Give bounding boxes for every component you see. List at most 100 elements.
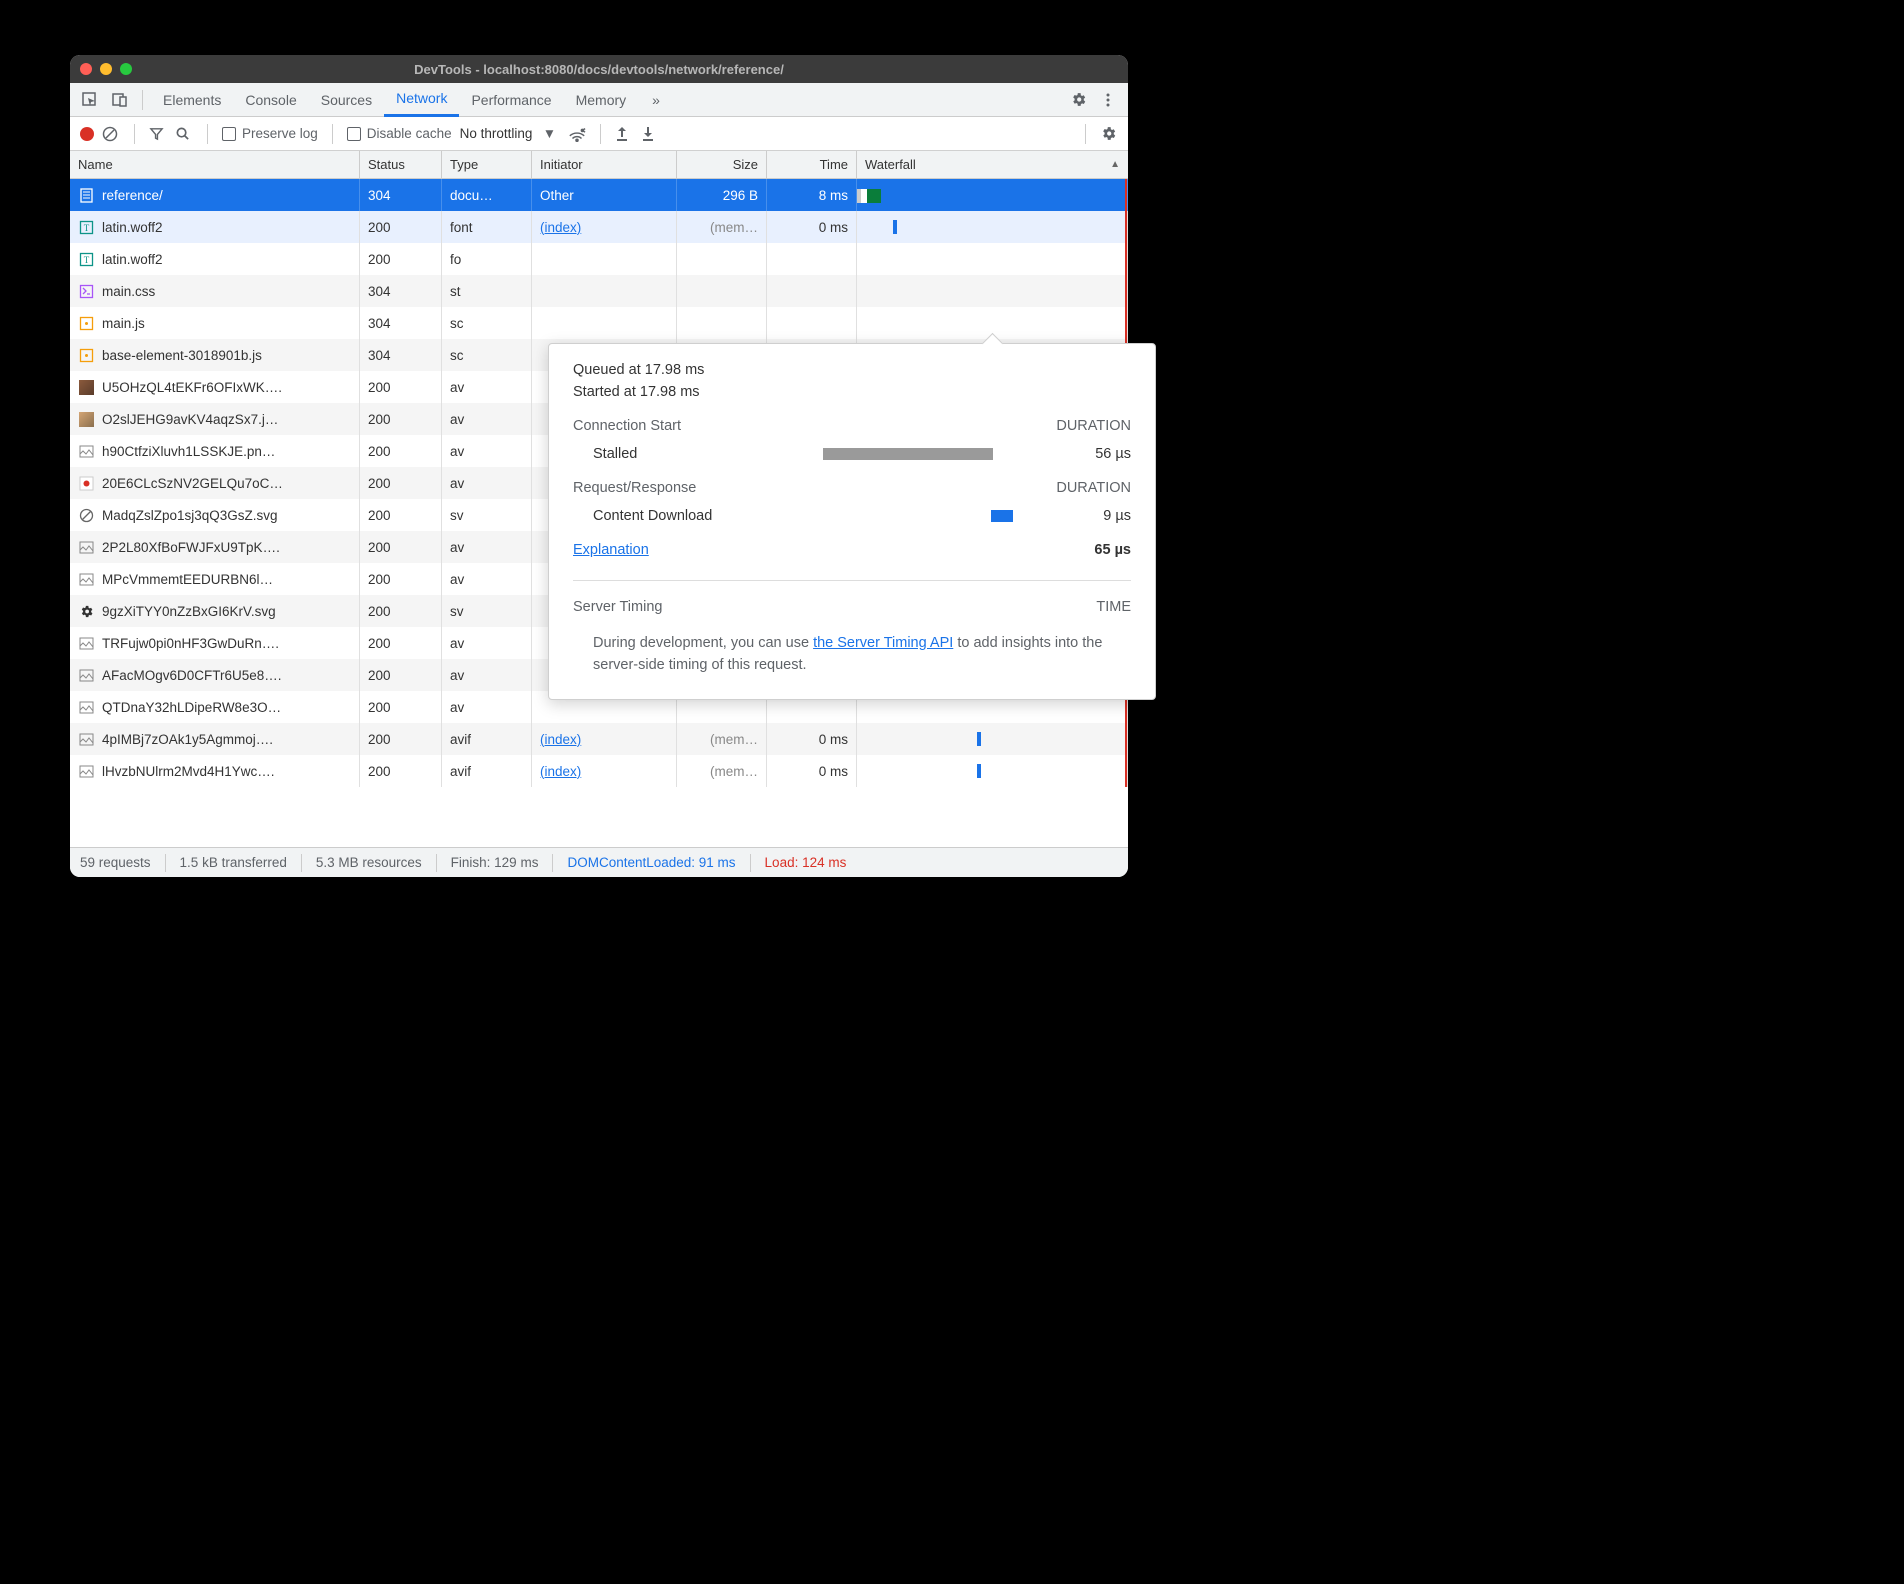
- zoom-window-button[interactable]: [120, 63, 132, 75]
- request-row[interactable]: Tlatin.woff2200font(index)(mem…0 ms: [70, 211, 1128, 243]
- checkbox-icon: [222, 127, 236, 141]
- device-toggle-icon[interactable]: [106, 86, 134, 114]
- server-timing-api-link[interactable]: the Server Timing API: [813, 635, 953, 651]
- request-name: main.js: [102, 316, 145, 331]
- mime-type: av: [450, 700, 464, 715]
- status-code: 200: [368, 476, 391, 491]
- divider: [165, 854, 166, 872]
- filter-icon[interactable]: [149, 126, 167, 141]
- minimize-window-button[interactable]: [100, 63, 112, 75]
- table-header: Name Status Type Initiator Size Time Wat…: [70, 151, 1128, 179]
- col-type-header[interactable]: Type: [442, 151, 532, 178]
- queued-at-text: Queued at 17.98 ms: [573, 362, 1131, 378]
- mime-type: fo: [450, 252, 461, 267]
- search-icon[interactable]: [175, 126, 193, 141]
- tabs-overflow[interactable]: »: [640, 83, 672, 117]
- request-row[interactable]: lHvzbNUlrm2Mvd4H1Ywc….200avif(index)(mem…: [70, 755, 1128, 787]
- request-name: O2slJEHG9avKV4aqzSx7.j…: [102, 412, 278, 427]
- request-name: main.css: [102, 284, 155, 299]
- col-status-header[interactable]: Status: [360, 151, 442, 178]
- request-name: lHvzbNUlrm2Mvd4H1Ywc….: [102, 764, 275, 779]
- col-waterfall-header[interactable]: Waterfall ▲: [857, 151, 1128, 178]
- size-value: (mem…: [710, 764, 758, 779]
- divider: [207, 124, 208, 144]
- request-name: reference/: [102, 188, 163, 203]
- explanation-link[interactable]: Explanation: [573, 542, 649, 558]
- initiator-link[interactable]: (index): [540, 764, 581, 779]
- finish-time: Finish: 129 ms: [451, 855, 539, 870]
- request-name: latin.woff2: [102, 252, 163, 267]
- inspect-icon[interactable]: [76, 86, 104, 114]
- request-name: MPcVmmemtEEDURBN6l…: [102, 572, 273, 587]
- initiator-text: Other: [540, 188, 574, 203]
- request-row[interactable]: main.js304sc: [70, 307, 1128, 339]
- request-row[interactable]: main.css304st: [70, 275, 1128, 307]
- mime-type: av: [450, 380, 464, 395]
- divider: [332, 124, 333, 144]
- more-icon[interactable]: [1094, 86, 1122, 114]
- content-download-value: 9 µs: [1061, 508, 1131, 524]
- request-row[interactable]: 4pIMBj7zOAk1y5Agmmoj….200avif(index)(mem…: [70, 723, 1128, 755]
- request-row[interactable]: reference/304docu…Other296 B8 ms: [70, 179, 1128, 211]
- timing-popover: Queued at 17.98 ms Started at 17.98 ms C…: [548, 343, 1156, 700]
- status-code: 200: [368, 220, 391, 235]
- file-type-icon: [78, 667, 94, 683]
- settings-icon[interactable]: [1064, 86, 1092, 114]
- network-conditions-icon[interactable]: [568, 126, 586, 142]
- requests-count: 59 requests: [80, 855, 151, 870]
- request-name: QTDnaY32hLDipeRW8e3O…: [102, 700, 281, 715]
- tab-elements[interactable]: Elements: [151, 83, 233, 117]
- file-type-icon: T: [78, 219, 94, 235]
- divider: [750, 854, 751, 872]
- size-value: (mem…: [710, 732, 758, 747]
- stalled-bar: [773, 447, 1061, 461]
- mime-type: sc: [450, 316, 464, 331]
- main-tabbar: ElementsConsoleSourcesNetworkPerformance…: [70, 83, 1128, 117]
- request-name: base-element-3018901b.js: [102, 348, 262, 363]
- file-type-icon: [78, 283, 94, 299]
- tab-console[interactable]: Console: [233, 83, 308, 117]
- tab-memory[interactable]: Memory: [564, 83, 639, 117]
- duration-label: DURATION: [1056, 418, 1131, 434]
- col-initiator-header[interactable]: Initiator: [532, 151, 677, 178]
- initiator-link[interactable]: (index): [540, 220, 581, 235]
- download-har-icon[interactable]: [641, 126, 659, 141]
- mime-type: sc: [450, 348, 464, 363]
- window-titlebar: DevTools - localhost:8080/docs/devtools/…: [70, 55, 1128, 83]
- col-size-header[interactable]: Size: [677, 151, 767, 178]
- status-code: 200: [368, 380, 391, 395]
- status-code: 200: [368, 508, 391, 523]
- status-code: 200: [368, 572, 391, 587]
- disable-cache-checkbox[interactable]: Disable cache: [347, 126, 452, 141]
- tab-sources[interactable]: Sources: [309, 83, 384, 117]
- tab-performance[interactable]: Performance: [459, 83, 563, 117]
- col-time-header[interactable]: Time: [767, 151, 857, 178]
- tab-network[interactable]: Network: [384, 83, 459, 117]
- col-waterfall-label: Waterfall: [865, 157, 916, 172]
- preserve-log-checkbox[interactable]: Preserve log: [222, 126, 318, 141]
- record-button[interactable]: [80, 127, 94, 141]
- load-line: [1125, 755, 1127, 787]
- resources-size: 5.3 MB resources: [316, 855, 422, 870]
- request-name: U5OHzQL4tEKFr6OFIxWK….: [102, 380, 282, 395]
- mime-type: av: [450, 636, 464, 651]
- time-value: 0 ms: [819, 732, 848, 747]
- col-name-header[interactable]: Name: [70, 151, 360, 178]
- network-toolbar: Preserve log Disable cache No throttling…: [70, 117, 1128, 151]
- load-line: [1125, 307, 1127, 339]
- clear-icon[interactable]: [102, 126, 120, 142]
- divider: [552, 854, 553, 872]
- close-window-button[interactable]: [80, 63, 92, 75]
- upload-har-icon[interactable]: [615, 126, 633, 141]
- throttling-select[interactable]: No throttling ▼: [460, 126, 561, 141]
- status-bar: 59 requests 1.5 kB transferred 5.3 MB re…: [70, 847, 1128, 877]
- request-row[interactable]: Tlatin.woff2200fo: [70, 243, 1128, 275]
- network-settings-icon[interactable]: [1100, 125, 1118, 142]
- initiator-link[interactable]: (index): [540, 732, 581, 747]
- throttling-label: No throttling: [460, 126, 533, 141]
- status-code: 200: [368, 540, 391, 555]
- mime-type: av: [450, 476, 464, 491]
- divider: [600, 124, 601, 144]
- divider: [142, 90, 143, 110]
- divider: [1085, 124, 1086, 144]
